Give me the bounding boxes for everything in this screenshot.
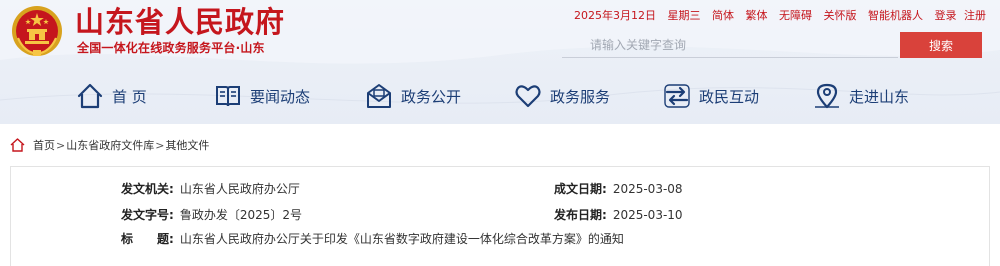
accessibility-link[interactable]: 无障碍 (779, 9, 812, 22)
title-label: 标 题: (121, 232, 174, 246)
site-title[interactable]: 山东省人民政府 (75, 2, 285, 42)
breadcrumb-separator: > (155, 138, 165, 152)
exchange-icon (664, 84, 690, 108)
smart-robot-link[interactable]: 智能机器人 (868, 9, 923, 22)
elderly-mode-link[interactable]: 关怀版 (824, 9, 857, 22)
search-input[interactable] (562, 32, 898, 57)
date-written-value: 2025-03-08 (612, 182, 683, 196)
nav-item-visit-shandong[interactable]: 走进山东 (813, 80, 909, 112)
national-emblem-icon[interactable] (10, 4, 64, 58)
nav-item-home[interactable]: 首 页 (76, 80, 147, 112)
weekday: 星期三 (667, 9, 701, 22)
home-icon (77, 83, 103, 109)
nav-item-label: 政务服务 (550, 87, 611, 106)
top-utility-bar: 2025年3月12日 星期三 简体 繁体 无障碍 关怀版 智能机器人 登录 注册 (574, 8, 986, 24)
main-content: 首页 > 山东省政府文件库 > 其他文件 发文机关: 山东省人民政府办公厅 成文日… (0, 124, 1000, 266)
doc-number-value: 鲁政办发〔2025〕2号 (179, 208, 302, 222)
nav-item-label: 政民互动 (699, 87, 760, 106)
date-written-label: 成文日期: (554, 182, 607, 196)
current-date: 2025年3月12日 (574, 9, 656, 22)
heart-icon (515, 85, 541, 108)
issuer-row: 发文机关: 山东省人民政府办公厅 (121, 181, 300, 197)
title-row: 标 题: 山东省人民政府办公厅关于印发《山东省数字政府建设一体化综合改革方案》的通… (121, 231, 624, 247)
issuer-label: 发文机关: (121, 182, 174, 196)
breadcrumb-separator: > (56, 138, 66, 152)
date-written-row: 成文日期: 2025-03-08 (554, 181, 683, 197)
search-button[interactable]: 搜索 (900, 32, 982, 58)
traditional-chinese-link[interactable]: 繁体 (746, 9, 768, 22)
mail-icon (367, 84, 391, 108)
nav-item-label: 走进山东 (849, 87, 910, 106)
breadcrumb: 首页 > 山东省政府文件库 > 其他文件 (10, 136, 209, 154)
doc-number-label: 发文字号: (121, 208, 174, 222)
search-box (562, 32, 898, 58)
nav-item-news[interactable]: 要闻动态 (214, 80, 310, 112)
published-date-row: 发布日期: 2025-03-10 (554, 207, 683, 223)
home-icon (10, 138, 25, 152)
nav-item-gov-affairs-public[interactable]: 政务公开 (365, 80, 461, 112)
simplified-chinese-link[interactable]: 简体 (712, 9, 734, 22)
nav-item-label: 政务公开 (401, 87, 462, 106)
breadcrumb-home-link[interactable]: 首页 (33, 137, 55, 153)
breadcrumb-current-link[interactable]: 其他文件 (165, 137, 209, 153)
book-icon (216, 86, 240, 107)
nav-item-interaction[interactable]: 政民互动 (663, 80, 759, 112)
register-link[interactable]: 注册 (964, 9, 986, 22)
nav-item-gov-services[interactable]: 政务服务 (514, 80, 610, 112)
map-pin-icon (815, 83, 839, 109)
breadcrumb-library-link[interactable]: 山东省政府文件库 (66, 137, 154, 153)
document-title: 山东省人民政府办公厅关于印发《山东省数字政府建设一体化综合改革方案》的通知 (179, 232, 624, 246)
site-subtitle: 全国一体化在线政务服务平台·山东 (77, 41, 265, 55)
login-link[interactable]: 登录 (935, 9, 957, 22)
published-date-label: 发布日期: (554, 208, 607, 222)
main-navigation: 首 页 要闻动态 政务公开 政务服务 政民互动 走进山东 (0, 72, 1000, 122)
doc-number-row: 发文字号: 鲁政办发〔2025〕2号 (121, 207, 302, 223)
nav-item-label: 要闻动态 (250, 87, 311, 106)
issuer-value: 山东省人民政府办公厅 (179, 182, 300, 196)
document-info-table: 发文机关: 山东省人民政府办公厅 成文日期: 2025-03-08 发文字号: 鲁政办… (10, 166, 990, 266)
site-header: 山东省人民政府 全国一体化在线政务服务平台·山东 2025年3月12日 星期三 … (0, 0, 1000, 124)
nav-item-label: 首 页 (112, 87, 147, 106)
published-date-value: 2025-03-10 (612, 208, 683, 222)
